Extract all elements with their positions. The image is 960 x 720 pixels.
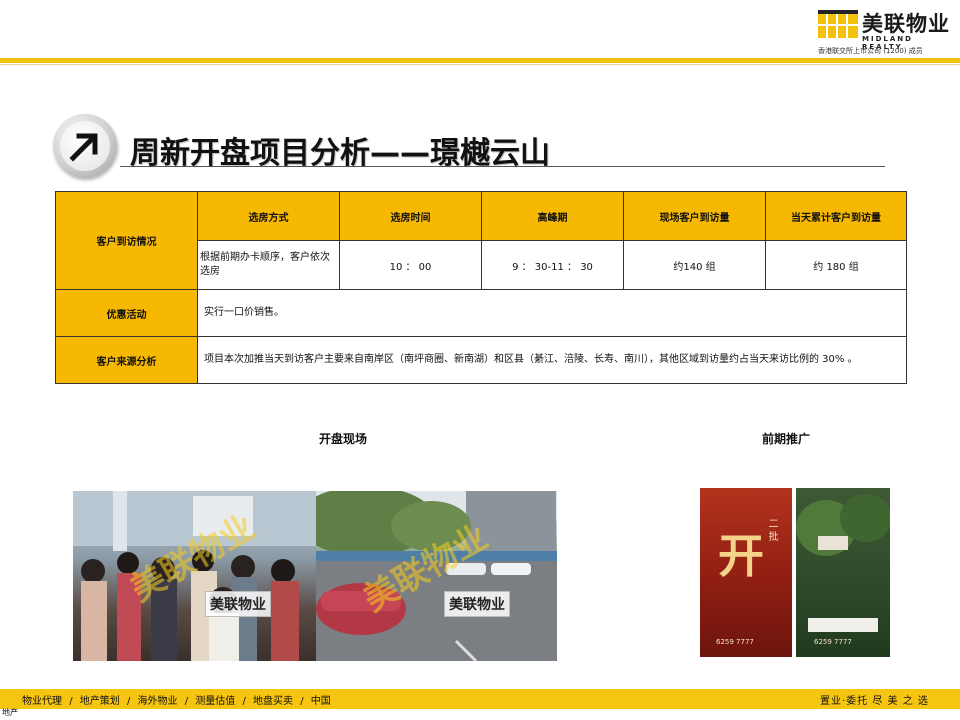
logo-subtitle: 香港联交所上市公司 (1200) 成员: [818, 47, 923, 55]
project-info-table: 客户到访情况 选房方式 选房时间 高峰期 现场客户到访量 当天累计客户到访量 根…: [55, 191, 907, 384]
corner-note: 地产: [2, 708, 18, 717]
footer-separator: /: [69, 696, 73, 707]
promo-poster-red: 开 二 批 6259 7777: [700, 488, 792, 657]
poster-side-text: 二 批: [766, 518, 777, 542]
footer-link-overseas[interactable]: 海外物业: [138, 696, 178, 707]
title-badge: [53, 114, 117, 178]
poster-open-character: 开: [718, 529, 764, 583]
header-divider-thin: [0, 64, 960, 65]
footer-link-land-trade[interactable]: 地盘买卖: [253, 696, 293, 707]
table-cell: 9 ： 30-11 ： 30: [481, 240, 624, 290]
poster-green-scene: [796, 494, 890, 632]
table-cell: 10 ： 00: [339, 240, 482, 290]
pre-promotion-label: 前期推广: [762, 432, 811, 446]
column-header: 现场客户到访量: [623, 191, 766, 241]
promo-poster-green: 6259 7777: [796, 488, 890, 657]
footer-link-valuation[interactable]: 测量估值: [195, 696, 235, 707]
midland-logo-icon: [818, 10, 858, 38]
promo-label: 优惠活动: [55, 289, 198, 337]
table-cell: 根据前期办卡顺序，客户依次选房: [197, 240, 340, 290]
watermark-logo: 美联物业: [444, 591, 510, 617]
footer-separator: /: [126, 696, 131, 707]
table-cell: 约140 组: [623, 240, 766, 290]
poster-phone: 6259 7777: [716, 638, 754, 646]
source-value: 项目本次加推当天到访客户主要来自南岸区（南坪商圈、新南湖）和区县（綦江、涪陵、长…: [197, 336, 907, 384]
footer-slogan: 置业·委托 尽 美 之 选: [820, 696, 929, 707]
source-label: 客户来源分析: [55, 336, 198, 384]
column-header: 选房方式: [197, 191, 340, 241]
opening-crowd-photo: 美联物业 美联物业: [73, 491, 316, 661]
watermark-logo: 美联物业: [205, 591, 271, 617]
column-header: 当天累计客户到访量: [765, 191, 907, 241]
footer-nav: 物业代理 / 地产策划 / 海外物业 / 测量估值 / 地盘买卖 / 中国: [22, 692, 335, 707]
column-header: 高峰期: [481, 191, 624, 241]
midland-logo: 美联物业 MIDLAND REALTY 香港联交所上市公司 (1200) 成员: [818, 8, 958, 55]
promo-value: 实行一口价销售。: [197, 289, 907, 337]
logo-chinese-text: 美联物业: [862, 12, 950, 36]
visits-label: 客户到访情况: [55, 191, 198, 290]
footer-link-china[interactable]: 中国: [311, 696, 331, 707]
poster-phone: 6259 7777: [814, 638, 852, 646]
footer-separator: /: [242, 696, 246, 707]
table-row: 优惠活动 实行一口价销售。: [55, 289, 907, 337]
title-underline: [120, 166, 885, 167]
footer-separator: /: [300, 696, 304, 707]
column-header: 选房时间: [339, 191, 482, 241]
table-row: 客户来源分析 项目本次加推当天到访客户主要来自南岸区（南坪商圈、新南湖）和区县（…: [55, 336, 907, 384]
footer-link-planning[interactable]: 地产策划: [80, 696, 120, 707]
arrow-up-right-icon: [69, 133, 98, 162]
opening-site-label: 开盘现场: [319, 432, 368, 446]
footer-separator: /: [184, 696, 189, 707]
footer-link-agency[interactable]: 物业代理: [22, 696, 62, 707]
title-badge-inner: [60, 121, 110, 171]
table-cell: 约 180 组: [765, 240, 907, 290]
opening-street-photo: 美联物业 美联物业: [316, 491, 557, 661]
table-row: 客户到访情况 选房方式 选房时间 高峰期 现场客户到访量 当天累计客户到访量: [55, 191, 907, 290]
header-divider: [0, 58, 960, 63]
